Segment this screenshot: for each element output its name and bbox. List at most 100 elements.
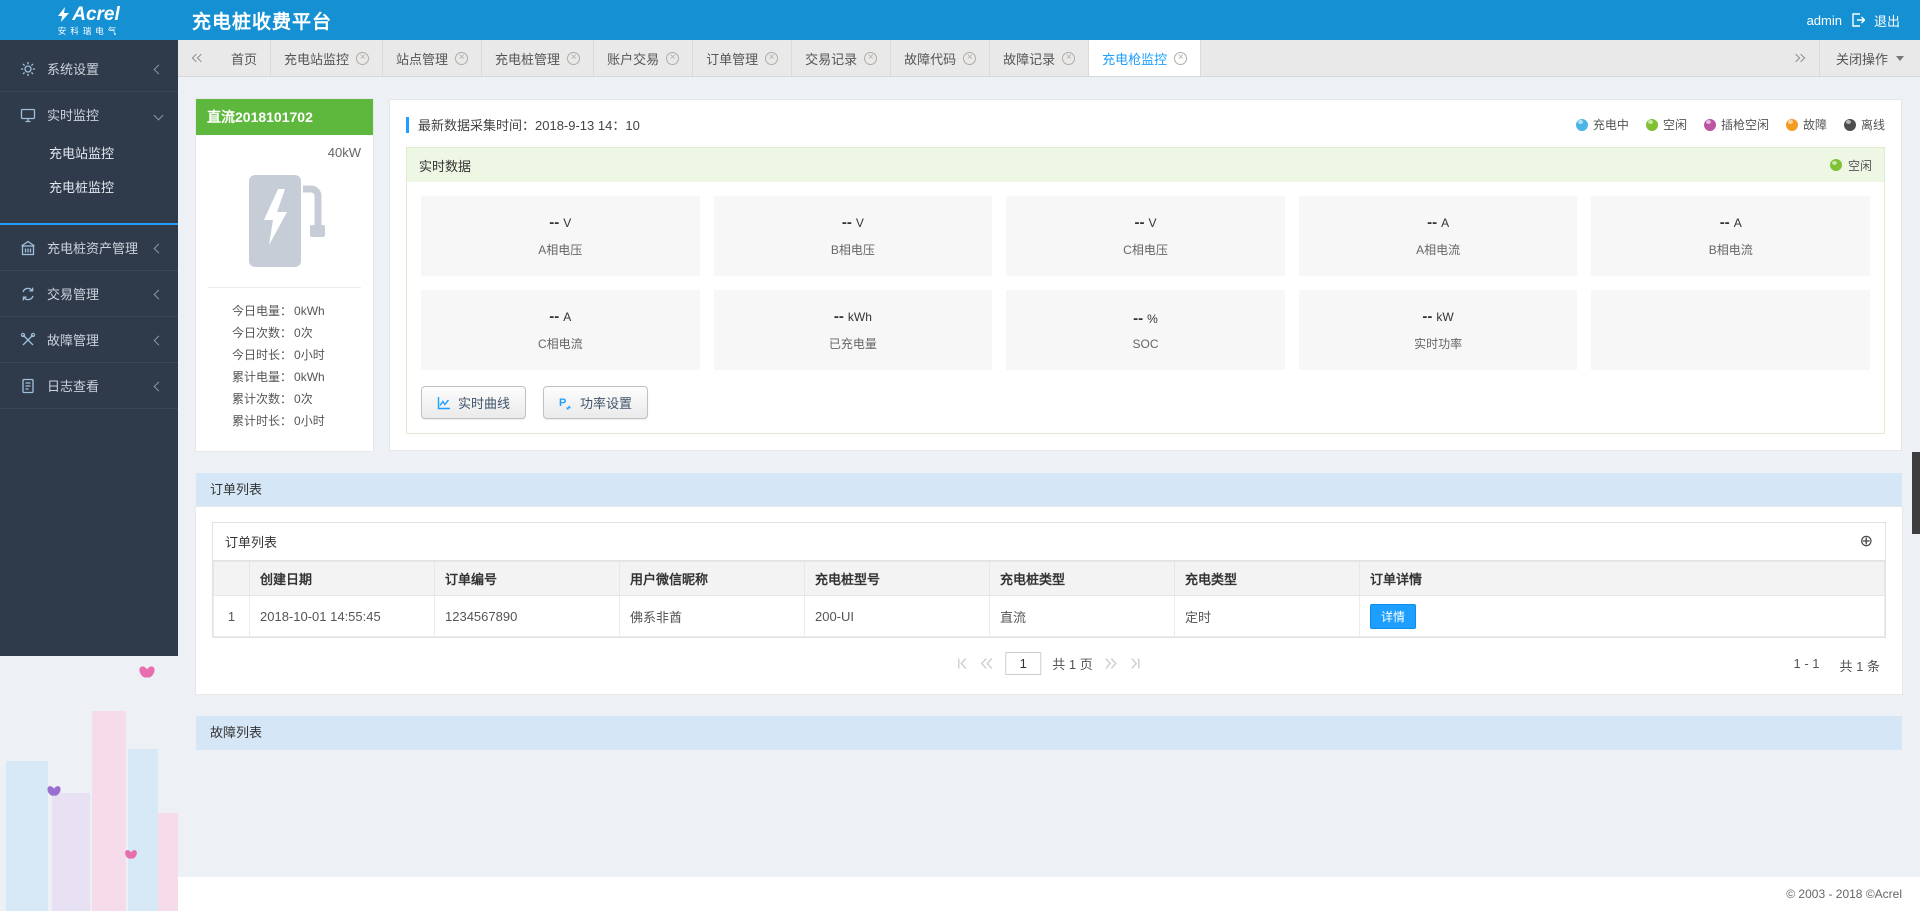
tab-fault-records[interactable]: 故障记录 [990,40,1090,76]
tab-close-icon[interactable] [1062,51,1076,65]
tab-close-icon[interactable] [455,51,469,65]
expand-plus-icon[interactable] [1860,534,1873,550]
chart-line-icon [437,396,450,409]
total-pages-label: 共 1 页 [1052,657,1093,672]
logout-icon[interactable] [1851,13,1865,27]
tab-close-icon[interactable] [1174,51,1188,65]
tab-gun-monitor[interactable]: 充电枪监控 [1089,40,1202,76]
last-page-button[interactable] [1130,657,1143,670]
stat-today-duration: 今日时长： 0小时 [232,348,325,362]
total-count-label: 共 1 条 [1839,659,1880,674]
legend-plugged-idle: 插枪空闲 [1703,116,1769,133]
first-page-button[interactable] [955,657,968,670]
orders-section-header: 订单列表 [196,473,1902,507]
page-number-input[interactable] [1005,652,1042,675]
close-operations-dropdown[interactable]: 关闭操作 [1818,40,1920,76]
tab-order-mgmt[interactable]: 订单管理 [693,40,793,76]
sidebar-item-fault-mgmt[interactable]: 故障管理 [0,317,178,362]
chevron-left-icon [153,243,164,254]
vertical-scrollbar-thumb[interactable] [1912,452,1920,534]
document-icon [22,378,34,393]
sync-arrows-icon [22,287,34,300]
metric-voltage-a: -- V A相电压 [421,196,700,276]
metric-card-empty [1591,290,1870,370]
tab-account-trade[interactable]: 账户交易 [594,40,694,76]
realtime-submenu: 充电站监控 充电桩监控 [0,137,178,223]
chevron-left-icon [153,64,164,75]
stat-total-duration: 累计时长： 0小时 [232,414,325,428]
device-name: 直流2018101702 [196,99,373,135]
caret-down-icon [1896,55,1904,61]
realtime-panel-title: 实时数据 [419,158,472,174]
tabs-scroll-right-button[interactable] [1779,40,1819,76]
col-header-model: 充电桩型号 [804,561,990,596]
device-power: 40kW [327,145,361,160]
tab-fault-codes[interactable]: 故障代码 [891,40,991,76]
sidebar-item-pile-assets[interactable]: 充电桩资产管理 [0,225,178,270]
faults-section-header: 故障列表 [196,716,1902,750]
tab-trade-records[interactable]: 交易记录 [792,40,892,76]
sidebar-item-label: 交易管理 [47,287,100,302]
building-icon [21,240,35,255]
collect-time: 最新数据采集时间：2018-9-13 14：10 [418,118,640,133]
footer: © 2003 - 2018 ©Acrel [178,877,1920,911]
orders-panel-title: 订单列表 [225,535,278,550]
logo-bolt-icon [58,6,70,22]
tab-close-icon[interactable] [666,51,680,65]
svg-text:P: P [559,397,566,409]
col-header-index [213,561,250,596]
sidebar-item-log-view[interactable]: 日志查看 [0,363,178,408]
tab-close-icon[interactable] [765,51,779,65]
legend-charging: 充电中 [1575,116,1629,133]
metric-current-c: -- A C相电流 [421,290,700,370]
sidebar-item-transaction-mgmt[interactable]: 交易管理 [0,271,178,316]
range-label: 1 - 1 [1793,656,1820,671]
power-setting-icon: P [559,397,571,410]
tab-close-icon[interactable] [567,51,581,65]
main-content: 直流2018101702 40kW 今日电量： 0kWh 今日次数： 0次 今日时长… [178,78,1920,911]
col-header-wechat: 用户微信昵称 [619,561,805,596]
metric-realtime-power: -- kW 实时功率 [1298,290,1578,370]
prev-page-button[interactable] [979,657,994,670]
chevron-left-icon [153,335,164,346]
stat-today-energy: 今日电量： 0kWh [232,304,325,318]
realtime-curve-button[interactable]: 实时曲线 [421,386,527,419]
cell-order-no: 1234567890 [434,595,620,637]
metric-charged-energy: -- kWh 已充电量 [713,290,993,370]
realtime-data-panel: 实时数据 空闲 -- V A相电压 -- V B相电压 -- V C相电压 -- A A相电流 … [406,147,1885,434]
tab-home[interactable]: 首页 [218,40,272,76]
username: admin [1806,12,1842,28]
tab-station-monitor[interactable]: 充电站监控 [271,40,384,76]
tab-site-mgmt[interactable]: 站点管理 [383,40,483,76]
tab-pile-mgmt[interactable]: 充电桩管理 [482,40,595,76]
table-row: 1 2018-10-01 14:55:45 1234567890 佛系非酋 20… [213,595,1885,637]
tab-close-icon[interactable] [356,51,370,65]
power-setting-button[interactable]: P 功率设置 [543,386,649,419]
tabs-scroll-left-button[interactable] [178,40,218,76]
sidebar-item-station-monitor[interactable]: 充电站监控 [0,137,178,171]
col-header-detail: 订单详情 [1359,561,1885,596]
next-page-button[interactable] [1104,657,1119,670]
metric-current-a: -- A A相电流 [1298,196,1578,276]
col-header-created: 创建日期 [249,561,435,596]
cell-model: 200-UI [804,595,990,637]
sidebar-item-pile-monitor[interactable]: 充电桩监控 [0,171,178,205]
device-stats: 今日电量： 0kWh 今日次数： 0次 今日时长： 0小时 累计电量： 0kWh 累计次… [208,300,361,432]
sidebar-item-system-settings[interactable]: 系统设置 [0,46,178,91]
tab-close-icon[interactable] [864,51,878,65]
gear-icon [21,61,35,76]
sidebar-item-label: 日志查看 [47,379,100,394]
order-detail-button[interactable]: 详情 [1370,603,1417,629]
metric-voltage-b: -- V B相电压 [713,196,993,276]
logout-button[interactable]: 退出 [1874,11,1900,30]
sidebar-item-realtime-monitor[interactable]: 实时监控 [0,92,178,137]
cell-created: 2018-10-01 14:55:45 [249,595,435,637]
col-header-order-no: 订单编号 [434,561,620,596]
chevron-down-icon [153,110,164,121]
legend-idle: 空闲 [1645,116,1687,133]
device-card: 直流2018101702 40kW 今日电量： 0kWh 今日次数： 0次 今日时长… [196,99,373,451]
tab-close-icon[interactable] [963,51,977,65]
butterfly-icon [125,850,137,859]
sidebar: 系统设置 实时监控 充电站监控 充电桩监控 充电桩资产管理 交易管理 故障管理 … [0,40,178,656]
cell-pile-type: 直流 [989,595,1175,637]
